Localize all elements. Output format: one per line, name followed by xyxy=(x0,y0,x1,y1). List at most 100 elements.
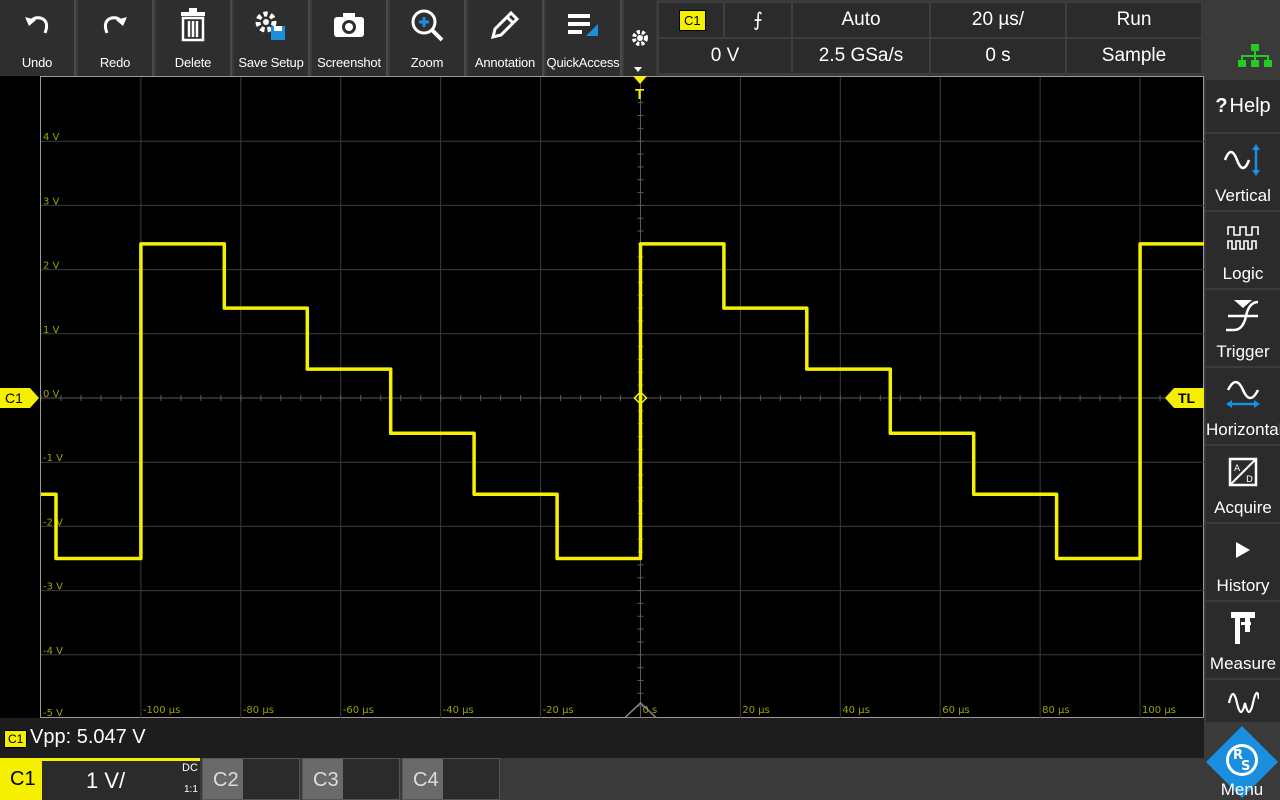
save-setup-icon xyxy=(234,6,308,44)
sample-rate[interactable]: 2.5 GSa/s xyxy=(792,38,930,74)
channel-c3-tab[interactable]: C3 xyxy=(302,758,400,800)
quick-access-button[interactable]: QuickAccess xyxy=(546,0,622,76)
trash-icon xyxy=(156,6,230,44)
help-label: Help xyxy=(1229,94,1271,117)
c1-data-point xyxy=(223,243,225,245)
c1-data-point xyxy=(806,368,808,370)
history-label: History xyxy=(1216,576,1270,595)
annotation-button[interactable]: Annotation xyxy=(468,0,544,76)
history-button[interactable]: History xyxy=(1206,524,1280,600)
menu-label: Menu xyxy=(1220,780,1264,799)
trigger-mode[interactable]: Auto xyxy=(792,2,930,38)
c1-data-point xyxy=(223,307,225,309)
x-tick-label: -60 µs xyxy=(343,705,374,716)
c1-data-point xyxy=(723,243,725,245)
x-tick-label: -80 µs xyxy=(243,705,274,716)
y-tick-label: 1 V xyxy=(43,325,60,336)
horizontal-button[interactable]: Horizontal xyxy=(1206,368,1280,444)
logic-label: Logic xyxy=(1222,264,1264,283)
y-tick-label: -4 V xyxy=(43,646,63,657)
trigger-level[interactable]: 0 V xyxy=(658,38,792,74)
c1-data-point xyxy=(889,368,891,370)
channel-c1-tab[interactable]: C1 1 V/ DC 1:1 xyxy=(0,758,200,800)
acquisition-mode[interactable]: Sample xyxy=(1066,38,1202,74)
logic-button[interactable]: Logic xyxy=(1206,212,1280,288)
undo-label: Undo xyxy=(21,55,53,70)
screenshot-button[interactable]: Screenshot xyxy=(312,0,388,76)
c1-data-point xyxy=(806,307,808,309)
trigger-position-marker[interactable]: T xyxy=(631,76,649,104)
trigger-level-marker[interactable]: TL xyxy=(1164,388,1204,408)
x-tick-label: 60 µs xyxy=(942,705,969,716)
screenshot-label: Screenshot xyxy=(317,55,381,70)
channel-c2-tab[interactable]: C2 xyxy=(202,758,300,800)
c1-waveform-trace xyxy=(41,242,1205,561)
c1-data-point xyxy=(639,558,641,559)
measurement-readout: Vpp: 5.047 V xyxy=(30,726,146,748)
undo-button[interactable]: Undo xyxy=(0,0,76,76)
measure-label: Measure xyxy=(1209,654,1277,673)
network-icon xyxy=(1238,44,1272,68)
help-icon: ? xyxy=(1215,94,1228,117)
trigger-source[interactable]: C1 xyxy=(658,2,724,38)
measurement-bar[interactable]: C1 Vpp: 5.047 V xyxy=(0,718,1204,758)
c1-offset-marker[interactable]: C1 xyxy=(0,388,40,408)
x-tick-label: 100 µs xyxy=(1142,705,1176,716)
help-button[interactable]: ? Help xyxy=(1206,80,1280,132)
horizontal-icon xyxy=(1206,374,1280,414)
horizontal-label: Horizontal xyxy=(1206,420,1280,439)
c1-data-point xyxy=(723,307,725,309)
measure-button[interactable]: Measure xyxy=(1206,602,1280,678)
c1-data-point xyxy=(390,432,392,434)
c1-marker-label: C1 xyxy=(5,390,23,406)
trigger-button[interactable]: Trigger xyxy=(1206,290,1280,366)
c1-data-point xyxy=(556,558,558,559)
timebase-scale[interactable]: 20 µs/ xyxy=(930,2,1066,38)
zoom-button[interactable]: Zoom xyxy=(390,0,466,76)
waveform-app-button[interactable] xyxy=(1206,680,1280,722)
acquire-label: Acquire xyxy=(1214,498,1272,517)
x-tick-label: -40 µs xyxy=(443,705,474,716)
y-tick-label: -3 V xyxy=(43,582,63,593)
toolbar-settings-button[interactable] xyxy=(624,0,656,76)
c1-data-point xyxy=(473,493,475,495)
vertical-icon xyxy=(1206,140,1280,180)
svg-text:A: A xyxy=(1234,464,1241,474)
x-tick-label: 80 µs xyxy=(1042,705,1069,716)
x-tick-label: 40 µs xyxy=(842,705,869,716)
vertical-label: Vertical xyxy=(1215,186,1271,205)
y-tick-label: -1 V xyxy=(43,453,63,464)
vertical-button[interactable]: Vertical xyxy=(1206,134,1280,210)
c1-data-point xyxy=(390,368,392,370)
channel-c4-tab[interactable]: C4 xyxy=(402,758,500,800)
save-setup-button[interactable]: Save Setup xyxy=(234,0,310,76)
c1-data-point xyxy=(55,558,57,559)
svg-text:S: S xyxy=(1241,759,1250,774)
caliper-icon xyxy=(1206,608,1280,648)
x-tick-label: 20 µs xyxy=(742,705,769,716)
redo-button[interactable]: Redo xyxy=(78,0,154,76)
c1-data-point xyxy=(973,432,975,434)
delete-button[interactable]: Delete xyxy=(156,0,232,76)
horizontal-position[interactable]: 0 s xyxy=(930,38,1066,74)
run-state[interactable]: Run xyxy=(1066,2,1202,38)
menu-button[interactable]: R S Menu xyxy=(1204,722,1280,800)
c1-data-point xyxy=(140,243,142,245)
play-icon xyxy=(1206,530,1280,570)
c1-data-point xyxy=(140,558,142,559)
acquire-button[interactable]: AD Acquire xyxy=(1206,446,1280,522)
c1-data-point xyxy=(889,432,891,434)
redo-label: Redo xyxy=(99,55,131,70)
save-setup-label: Save Setup xyxy=(238,55,304,70)
waveform-display[interactable]: 4 V3 V2 V1 V0 V -1 V -2 V -3 V -4 V -5 V -100 … xyxy=(40,76,1205,719)
c1-name: C1 xyxy=(10,768,36,790)
trigger-source-badge: C1 xyxy=(679,9,706,31)
c1-data-point xyxy=(556,493,558,495)
quick-access-label: QuickAccess xyxy=(546,55,620,70)
logic-icon xyxy=(1206,218,1280,258)
c1-probe-ratio: 1:1 xyxy=(184,784,198,795)
y-tick-label: 0 V xyxy=(43,389,60,400)
redo-icon xyxy=(78,6,152,44)
trigger-slope[interactable]: ⨍ xyxy=(724,2,792,38)
tl-marker-label: TL xyxy=(1178,390,1196,406)
